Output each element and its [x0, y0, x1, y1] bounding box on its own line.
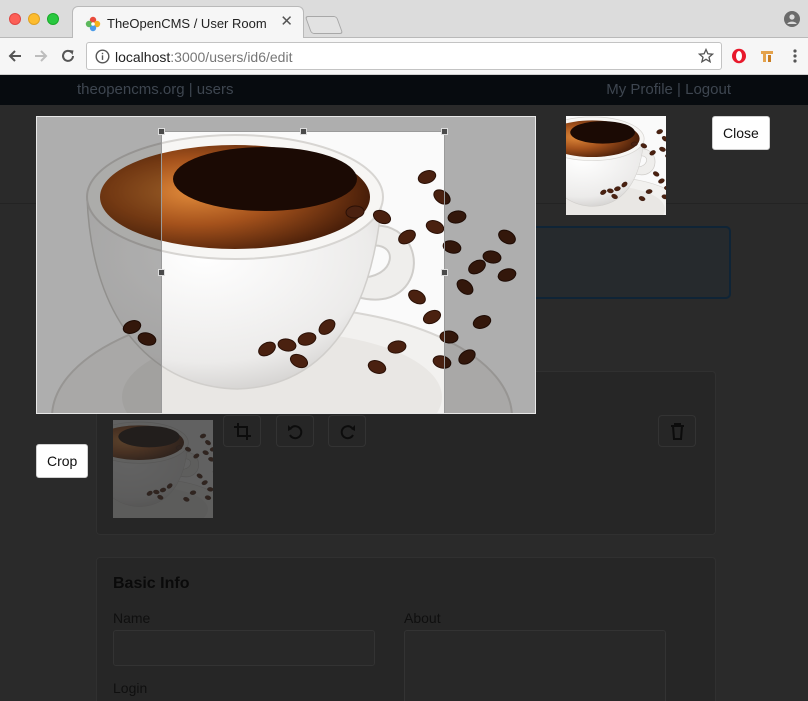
- rotate-left-button[interactable]: [276, 415, 314, 447]
- crop-handle-n[interactable]: [300, 128, 307, 135]
- about-textarea[interactable]: [404, 630, 666, 701]
- browser-toolbar: localhost:3000/users/id6/edit: [0, 38, 808, 75]
- opera-extension-icon[interactable]: [731, 48, 747, 64]
- section-title: Basic Info: [113, 575, 190, 592]
- site-brand[interactable]: theopencms.org | users: [77, 81, 233, 98]
- crop-dim-right: [445, 117, 535, 413]
- browser-tab[interactable]: TheOpenCMS / User Room ✕: [72, 6, 304, 39]
- address-bar[interactable]: localhost:3000/users/id6/edit: [86, 42, 722, 70]
- crop-dim-left: [37, 117, 161, 413]
- maximize-window-button[interactable]: [47, 13, 59, 25]
- back-arrow-icon[interactable]: [6, 47, 24, 65]
- crop-preview: [566, 116, 666, 215]
- rotate-right-button[interactable]: [328, 415, 366, 447]
- crop-image-area[interactable]: [36, 116, 536, 414]
- crop-handle-e[interactable]: [441, 269, 448, 276]
- menu-icon[interactable]: [787, 48, 803, 64]
- crop-handle-nw[interactable]: [158, 128, 165, 135]
- forward-arrow-icon[interactable]: [32, 47, 50, 65]
- extension-icon[interactable]: [759, 48, 775, 64]
- reload-icon[interactable]: [59, 47, 77, 65]
- site-user-links[interactable]: My Profile | Logout: [606, 81, 731, 98]
- crop-button[interactable]: Crop: [36, 444, 89, 478]
- rotate-left-icon: [288, 425, 303, 440]
- crop-handle-ne[interactable]: [441, 128, 448, 135]
- avatar-thumbnail: [113, 420, 213, 518]
- rotate-right-icon: [340, 425, 355, 440]
- url-host: localhost: [115, 49, 171, 65]
- alert-box: [520, 226, 731, 299]
- close-window-button[interactable]: [9, 13, 21, 25]
- bookmark-star-icon[interactable]: [698, 48, 714, 64]
- name-label: Name: [113, 610, 151, 626]
- new-tab-button[interactable]: [304, 16, 344, 34]
- tab-title: TheOpenCMS / User Room: [107, 16, 267, 31]
- crop-preview-image: [566, 116, 666, 215]
- url-path: :3000/users/id6/edit: [170, 49, 293, 65]
- crop-tool-button[interactable]: [223, 415, 261, 447]
- delete-button[interactable]: [658, 415, 696, 447]
- browser-titlebar: TheOpenCMS / User Room ✕: [0, 0, 808, 39]
- crop-selection-box[interactable]: [158, 128, 448, 413]
- profile-icon[interactable]: [784, 11, 800, 27]
- about-label: About: [404, 610, 441, 626]
- flower-favicon-icon: [85, 16, 101, 32]
- minimize-window-button[interactable]: [28, 13, 40, 25]
- name-input[interactable]: [113, 630, 375, 666]
- info-icon[interactable]: [95, 49, 110, 64]
- crop-handle-w[interactable]: [158, 269, 165, 276]
- login-label: Login: [113, 680, 148, 696]
- url-text[interactable]: localhost:3000/users/id6/edit: [115, 49, 292, 65]
- close-button[interactable]: Close: [712, 116, 770, 150]
- tab-close-icon[interactable]: ✕: [280, 14, 293, 30]
- crop-icon: [234, 423, 251, 440]
- trash-icon: [671, 423, 684, 440]
- site-navbar: theopencms.org | users My Profile | Logo…: [0, 75, 808, 105]
